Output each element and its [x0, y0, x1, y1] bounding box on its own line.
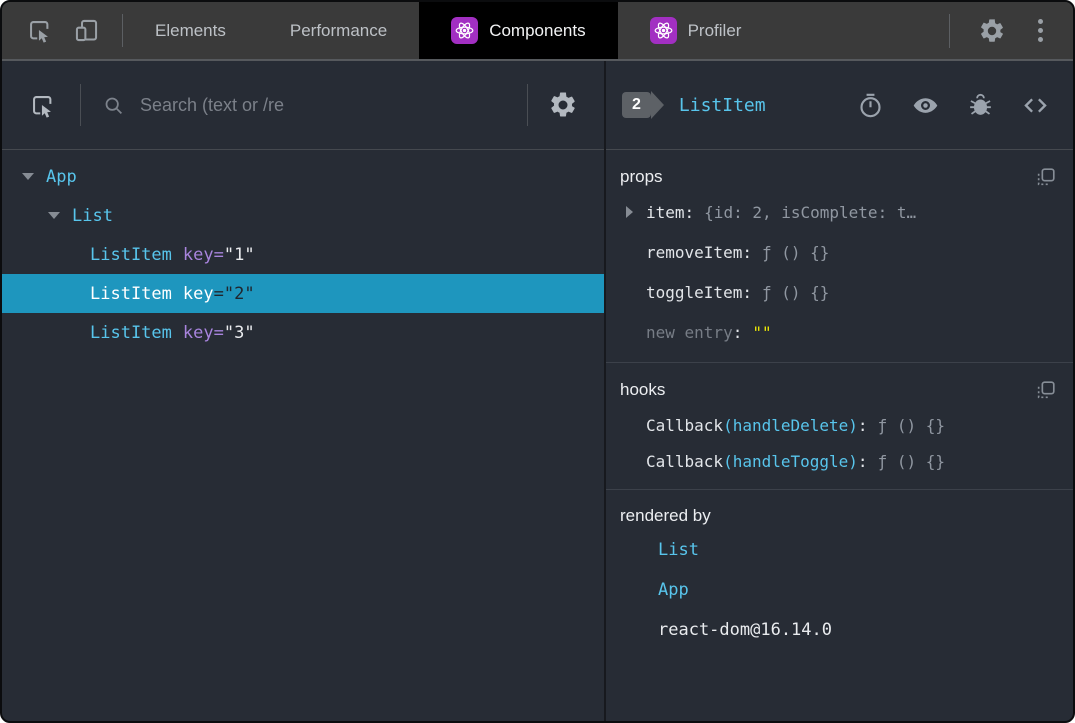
tree-row-app[interactable]: App [2, 157, 604, 196]
key-equals: = [213, 322, 224, 343]
copy-hooks-icon[interactable] [1035, 379, 1057, 401]
react-logo-icon [649, 17, 677, 44]
selected-component-title: ListItem [678, 94, 766, 116]
props-section-title: props [620, 167, 663, 186]
component-name: List [72, 205, 113, 226]
hook-name: Callback [646, 415, 724, 435]
key-value: "3" [223, 322, 255, 343]
components-tree-panel: App List ListItemkey="1" ListItemkey="2"… [2, 61, 606, 721]
prop-name: item [646, 202, 685, 222]
hook-callback-name: (handleToggle) [723, 451, 858, 471]
component-name: ListItem [90, 283, 172, 304]
rendered-by-row-app[interactable]: App [620, 570, 1057, 610]
hook-row-handletoggle[interactable]: Callback (handleToggle): ƒ () {} [620, 443, 1057, 479]
component-name: ListItem [90, 244, 172, 265]
copy-props-icon[interactable] [1035, 166, 1057, 188]
colon: : [857, 451, 868, 471]
hook-value: ƒ () {} [877, 415, 945, 435]
prop-row-removeitem[interactable]: removeItem: ƒ () {} [620, 232, 1057, 272]
prop-value: ƒ () {} [761, 242, 830, 262]
prop-row-item[interactable]: item: {id: 2, isComplete: t… [620, 192, 1057, 232]
props-section: props item: {id: 2, isComplete: t… remov… [606, 150, 1073, 363]
hook-callback-name: (handleDelete) [723, 415, 858, 435]
hooks-section: hooks Callback(handleDelete): ƒ () {} C [606, 363, 1073, 490]
new-entry-value-input[interactable]: "" [752, 323, 771, 342]
expand-arrow-icon[interactable] [22, 173, 34, 180]
selected-component-panel: 2 ListItem props item: {id: 2, isComple… [606, 61, 1073, 721]
key-value: "2" [223, 283, 255, 304]
key-equals: = [213, 283, 224, 304]
component-tree: App List ListItem key = "1" ListItem key = "2"… [2, 150, 604, 352]
tab-label: Performance [289, 20, 388, 40]
react-logo-icon [451, 17, 479, 44]
prop-value: {id: 2, isComplete: t… [704, 202, 917, 222]
colon: : [857, 415, 868, 435]
key-attribute: key [182, 322, 214, 343]
tab-label: Components [489, 20, 586, 40]
devtools-menu-kebab-icon[interactable] [1034, 15, 1047, 46]
rendered-by-section: rendered by List App react-dom@16.14.0 [606, 490, 1073, 721]
colon: : [684, 202, 695, 222]
expand-arrow-icon[interactable] [626, 206, 633, 218]
renderer-version: react-dom@16.14.0 [658, 620, 832, 640]
owner-link[interactable]: App [658, 580, 689, 600]
owners-stack-badge[interactable]: 2 [622, 92, 651, 118]
tree-row-listitem-1[interactable]: ListItem key = "1" [2, 235, 604, 274]
tree-row-listitem-2-selected[interactable]: ListItem key = "2" [2, 274, 604, 313]
inspect-element-icon[interactable] [26, 17, 53, 44]
tab-elements[interactable]: Elements [123, 2, 258, 59]
tree-row-listitem-3[interactable]: ListItem key = "3" [2, 313, 604, 352]
hook-row-handledelete[interactable]: Callback (handleDelete): ƒ () {} [620, 407, 1057, 443]
tree-row-list[interactable]: List [2, 196, 604, 235]
rendered-by-row-react-dom: react-dom@16.14.0 [620, 610, 1057, 650]
search-input[interactable] [138, 93, 507, 117]
rendered-by-row-list[interactable]: List [620, 530, 1057, 570]
colon: : [732, 322, 743, 342]
key-attribute: key [182, 244, 214, 265]
hook-name: Callback [646, 451, 724, 471]
tabbar-separator [949, 13, 950, 48]
tab-label: Elements [155, 20, 226, 40]
hook-value: ƒ () {} [877, 451, 945, 471]
tab-performance[interactable]: Performance [258, 2, 419, 59]
prop-row-toggleitem[interactable]: toggleItem: ƒ () {} [620, 272, 1057, 312]
tab-components[interactable]: Components [419, 2, 618, 59]
colon: : [742, 242, 752, 262]
log-to-console-bug-icon[interactable] [967, 92, 994, 119]
inspect-dom-eye-icon[interactable] [912, 92, 939, 119]
devtools-window: Elements Performance Components Profiler… [0, 0, 1075, 723]
prop-name: removeItem [646, 242, 743, 262]
browser-devtools-tabbar: Elements Performance Components Profiler [2, 2, 1073, 61]
suspense-stopwatch-icon[interactable] [857, 92, 884, 119]
devtools-settings-gear-icon[interactable] [978, 17, 1006, 45]
key-value: "1" [223, 244, 255, 265]
tab-label: Profiler [687, 20, 742, 40]
search-icon [105, 97, 122, 114]
colon: : [742, 282, 752, 302]
components-settings-gear-icon[interactable] [548, 90, 578, 120]
view-source-code-icon[interactable] [1022, 92, 1049, 119]
toolbar-separator [80, 84, 81, 126]
component-name: App [46, 166, 77, 187]
rendered-by-section-title: rendered by [620, 506, 711, 525]
key-equals: = [213, 244, 224, 265]
prop-value: ƒ () {} [761, 282, 830, 302]
prop-row-new-entry[interactable]: new entry: "" [620, 312, 1057, 352]
component-name: ListItem [90, 322, 172, 343]
device-toolbar-icon[interactable] [73, 17, 100, 44]
prop-name: toggleItem [646, 282, 743, 302]
toolbar-separator [527, 84, 528, 126]
hooks-section-title: hooks [620, 380, 666, 399]
owner-link[interactable]: List [658, 540, 699, 560]
expand-arrow-icon[interactable] [48, 212, 60, 219]
select-element-icon[interactable] [29, 92, 56, 119]
new-entry-name-input[interactable]: new entry [646, 323, 733, 342]
key-attribute: key [182, 283, 214, 304]
tab-profiler[interactable]: Profiler [618, 2, 774, 59]
